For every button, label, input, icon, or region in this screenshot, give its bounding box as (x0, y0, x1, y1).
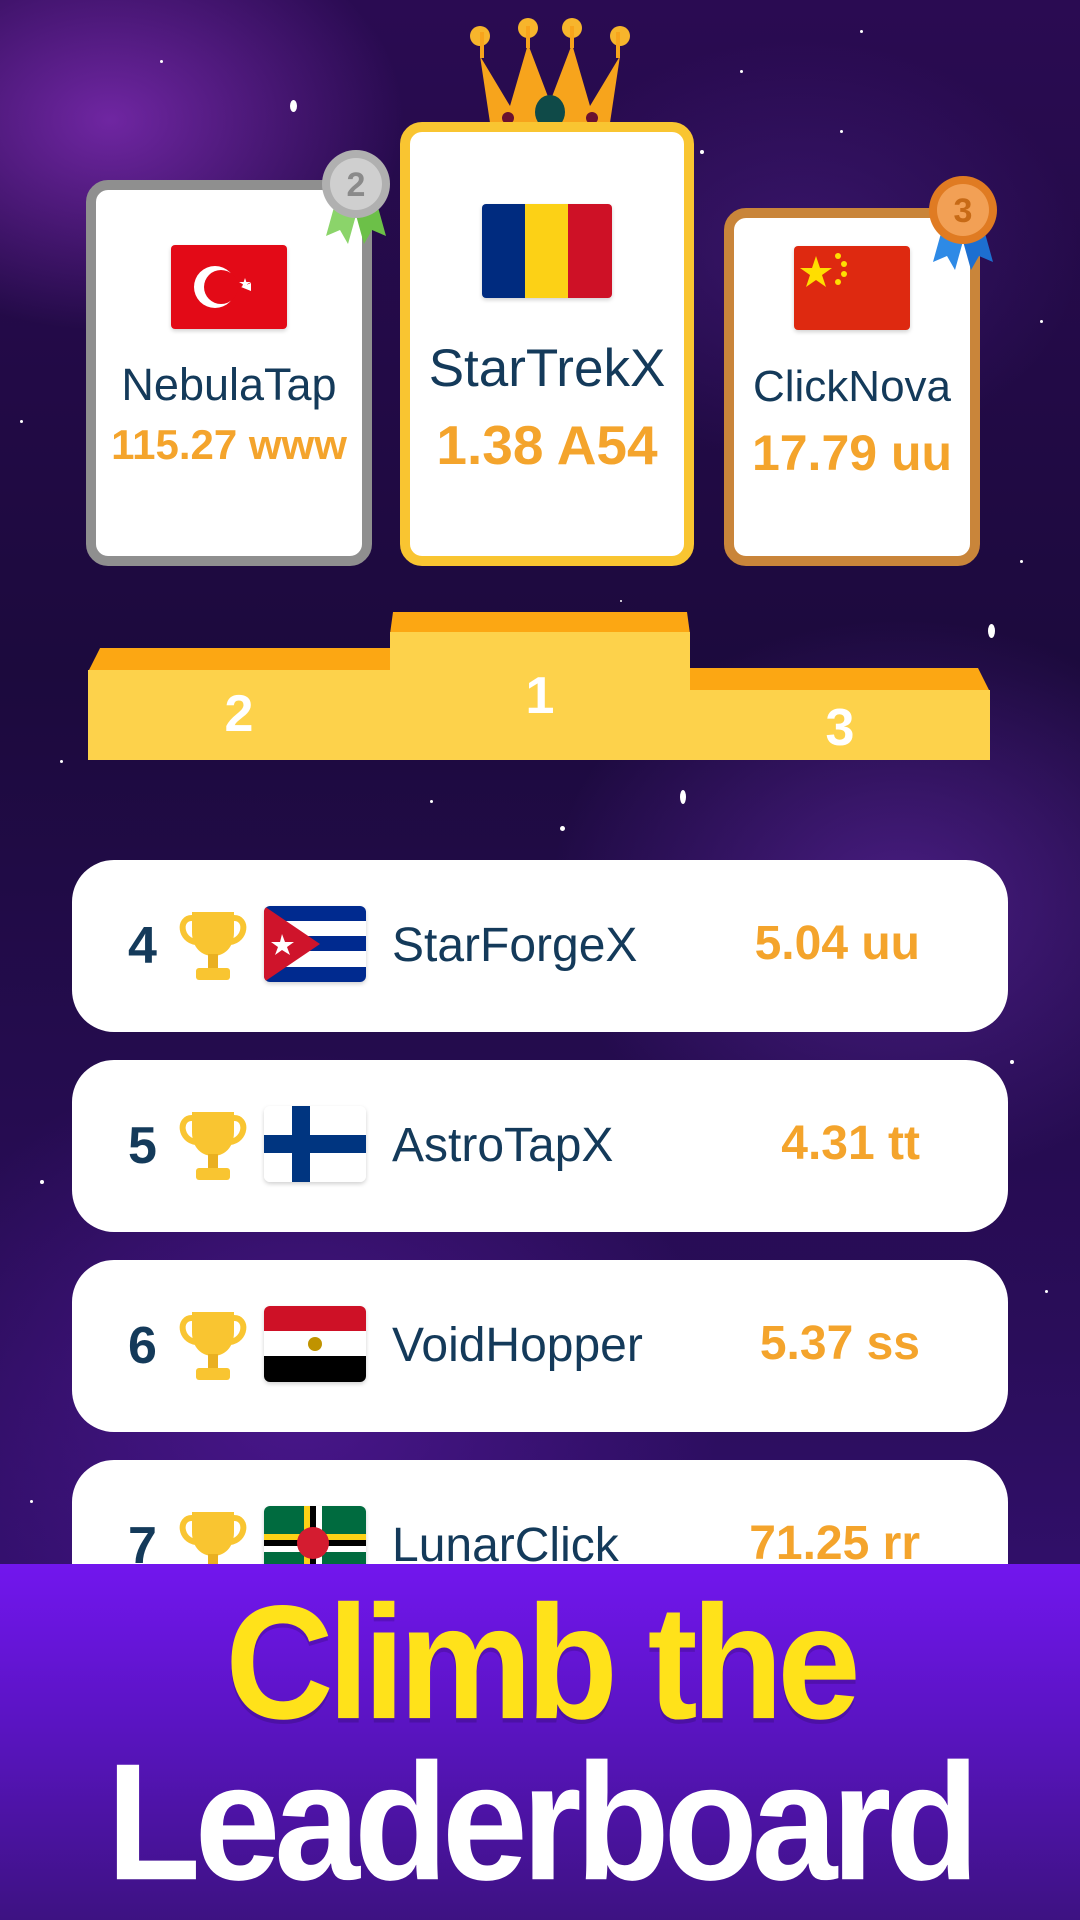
player-name: NebulaTap (121, 359, 337, 410)
podium-step-third: 3 (690, 690, 990, 760)
player-name: StarTrekX (428, 339, 666, 398)
egypt-flag-icon (264, 1306, 366, 1382)
player-score: 4.31 tt (781, 1117, 920, 1170)
svg-text:3: 3 (954, 192, 973, 230)
leaderboard-row[interactable]: 6 VoidHopper 5.37 ss (72, 1260, 1008, 1432)
trophy-icon (179, 1312, 247, 1380)
player-name: VoidHopper (392, 1319, 643, 1372)
rank-number: 6 (128, 1317, 157, 1375)
rank-number: 5 (128, 1117, 157, 1175)
rank-number: 4 (128, 917, 157, 975)
banner-title-line2: Leaderboard (106, 1729, 980, 1915)
silver-medal-icon: 2 (322, 150, 390, 244)
china-flag-icon (794, 246, 910, 330)
romania-flag-icon (482, 204, 612, 298)
trophy-icon (179, 912, 247, 980)
player-score: 5.37 ss (759, 1317, 920, 1370)
player-score: 115.27 www (111, 421, 347, 468)
leaderboard-row[interactable]: 4 StarForgeX 5.04 uu (72, 860, 1008, 1032)
podium-step-first: 1 (390, 632, 690, 760)
player-score: 1.38 A54 (436, 414, 658, 476)
finland-flag-icon (264, 1106, 366, 1182)
player-score: 71.25 rr (749, 1517, 920, 1570)
player-name: ClickNova (752, 362, 952, 411)
player-name: StarForgeX (392, 919, 638, 972)
podium-step-second: 2 (88, 670, 390, 760)
podium-card-first[interactable]: StarTrekX 1.38 A54 (400, 122, 694, 566)
podium-step-second-top (88, 648, 390, 672)
podium-step-third-top (690, 668, 990, 692)
player-name: AstroTapX (392, 1119, 614, 1172)
trophy-icon (179, 1112, 247, 1180)
podium-step-first-top (390, 612, 690, 634)
svg-text:2: 2 (347, 166, 366, 204)
player-score: 17.79 uu (751, 425, 953, 481)
bronze-medal-icon: 3 (929, 176, 997, 270)
cuba-flag-icon (264, 906, 366, 982)
turkey-flag-icon (171, 245, 287, 329)
leaderboard-row[interactable]: 5 AstroTapX 4.31 tt (72, 1060, 1008, 1232)
promo-banner: Climb the Leaderboard (0, 1564, 1080, 1920)
player-score: 5.04 uu (754, 917, 920, 970)
